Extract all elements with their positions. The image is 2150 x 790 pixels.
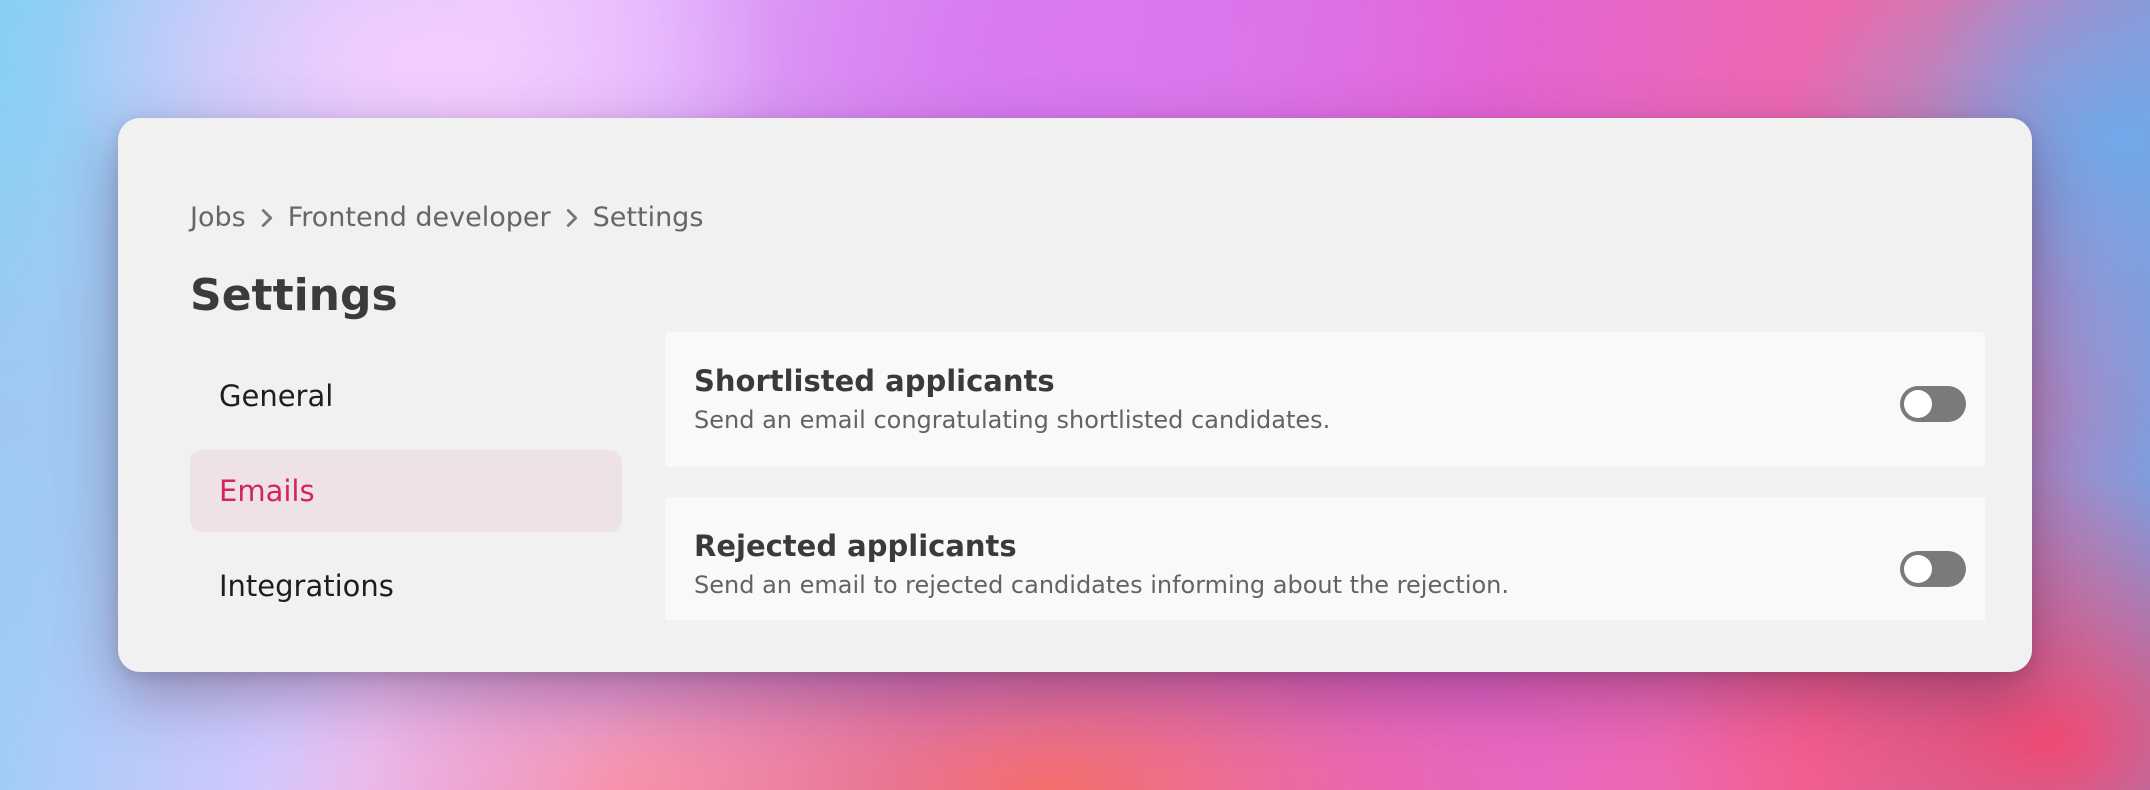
breadcrumb-item-jobs[interactable]: Jobs [190,202,246,233]
setting-row-shortlisted: Shortlisted applicants Send an email con… [665,332,1985,467]
breadcrumb-item-frontend-developer[interactable]: Frontend developer [288,202,551,233]
nav-item-label: Integrations [219,569,394,603]
settings-side-nav: General Emails Integrations [190,355,622,640]
settings-card: Jobs Frontend developer Settings Setting… [118,118,2032,672]
breadcrumb: Jobs Frontend developer Settings [190,180,703,254]
setting-title: Rejected applicants [694,529,1017,563]
nav-item-integrations[interactable]: Integrations [190,545,622,627]
shortlisted-email-toggle[interactable] [1900,385,1966,422]
nav-item-label: Emails [219,474,315,508]
email-settings-list: Shortlisted applicants Send an email con… [665,332,1985,620]
chevron-right-icon [551,202,593,233]
rejected-email-toggle[interactable] [1900,550,1966,587]
nav-item-general[interactable]: General [190,355,622,437]
page-title: Settings [190,270,398,321]
toggle-knob [1904,389,1932,418]
nav-item-label: General [219,379,334,413]
setting-description: Send an email congratulating shortlisted… [694,406,1331,434]
setting-title: Shortlisted applicants [694,364,1055,398]
toggle-knob [1904,554,1932,583]
chevron-right-icon [246,202,288,233]
breadcrumb-item-settings: Settings [592,201,704,233]
nav-item-emails[interactable]: Emails [190,450,622,532]
setting-description: Send an email to rejected candidates inf… [694,571,1510,599]
setting-row-rejected: Rejected applicants Send an email to rej… [665,497,1985,620]
